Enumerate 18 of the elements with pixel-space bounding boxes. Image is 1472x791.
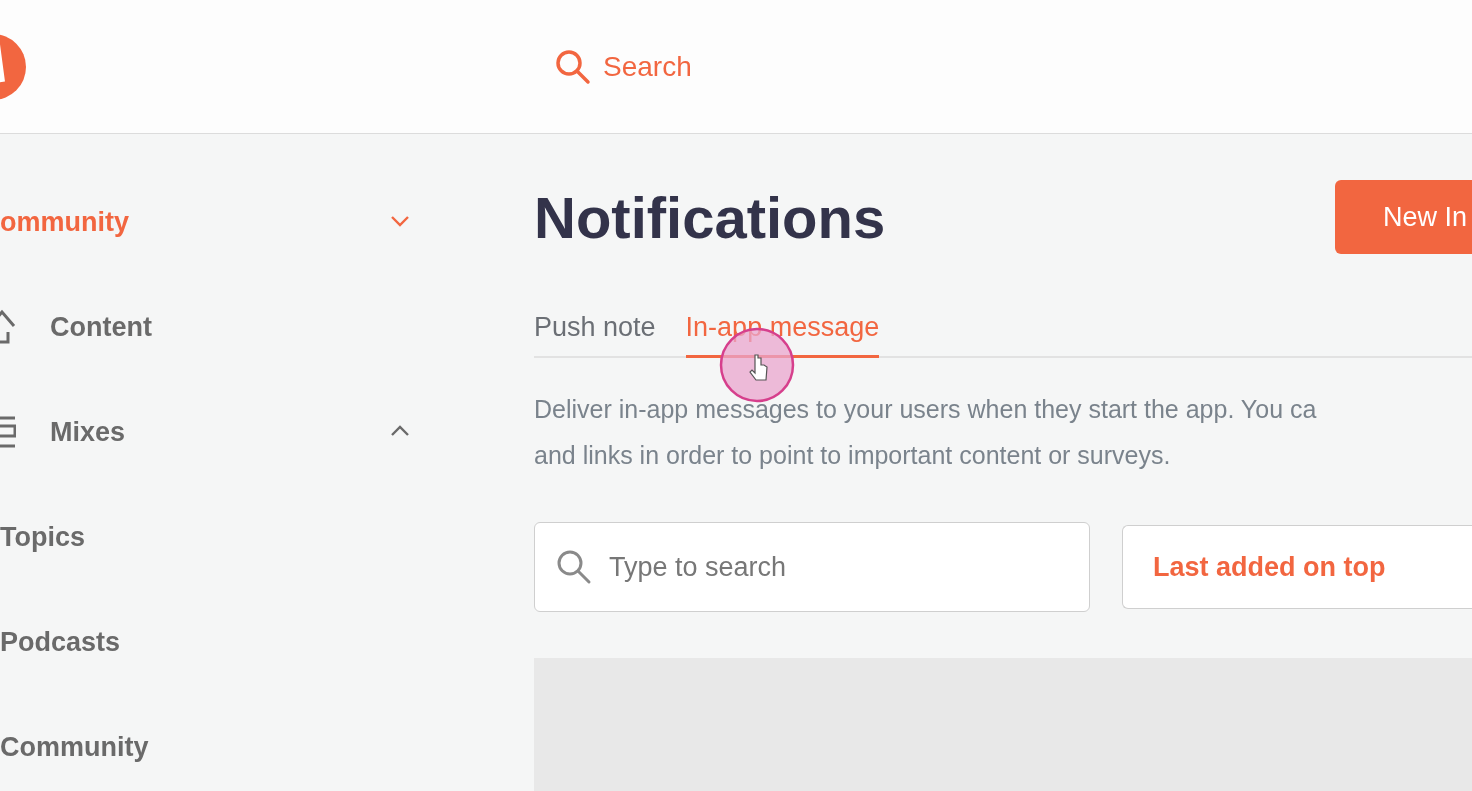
search-link[interactable]: Search xyxy=(534,48,692,85)
search-field[interactable]: Type to search xyxy=(534,522,1090,612)
chevron-up-icon[interactable] xyxy=(390,425,410,437)
chevron-down-icon[interactable] xyxy=(390,215,410,227)
tab[interactable]: Push note xyxy=(534,312,656,358)
search-icon xyxy=(555,48,591,85)
list-icon xyxy=(0,415,16,449)
sidebar-item[interactable]: Podcasts xyxy=(0,626,410,658)
new-button[interactable]: New In xyxy=(1335,180,1472,254)
sort-dropdown[interactable]: Last added on top xyxy=(1122,525,1472,609)
description-text: Deliver in-app messages to your users when they start the app. You ca and links in order to point to important content or surveys. xyxy=(534,394,1318,471)
page-title: Notifications xyxy=(534,183,886,251)
workspace-selector[interactable]: ommunity xyxy=(0,206,390,238)
sidebar-item[interactable]: Mixes xyxy=(50,416,390,448)
sidebar-item[interactable]: Community xyxy=(0,731,410,763)
search-icon xyxy=(556,549,592,585)
sidebar-item[interactable]: Topics xyxy=(0,521,410,553)
sidebar-item[interactable]: Content xyxy=(50,311,410,343)
